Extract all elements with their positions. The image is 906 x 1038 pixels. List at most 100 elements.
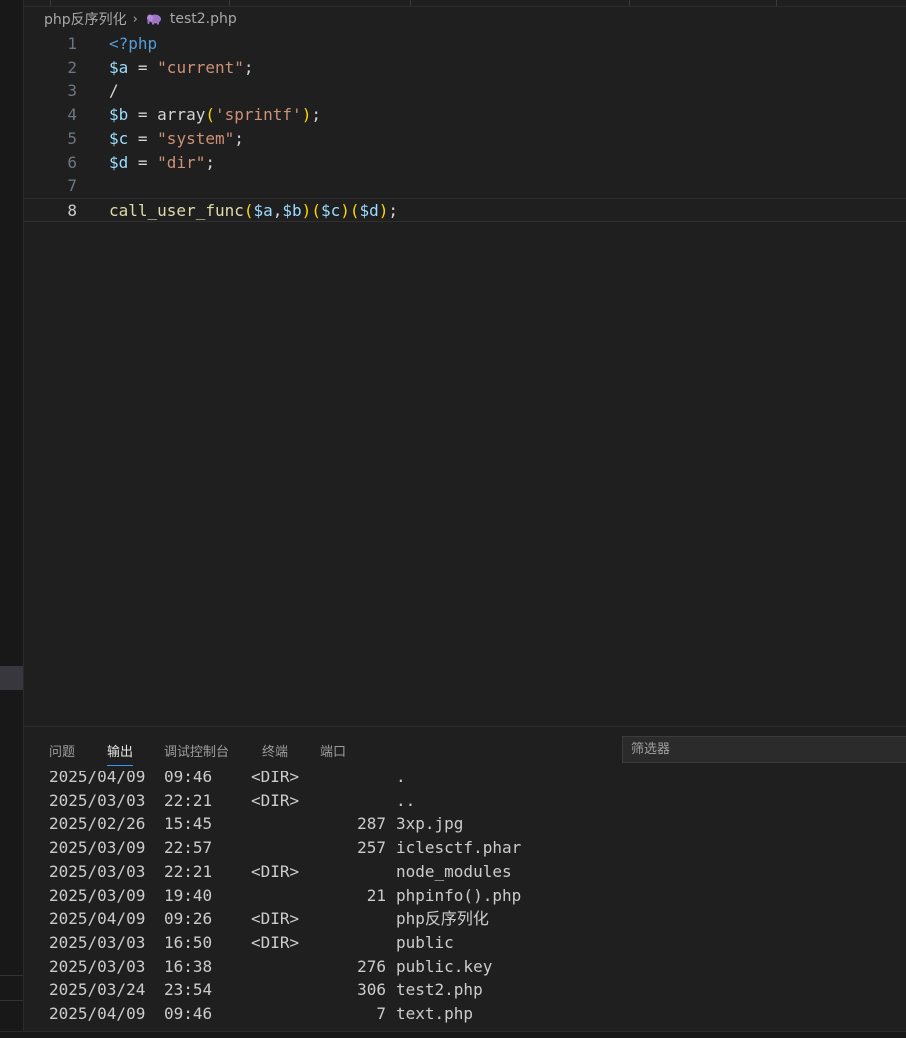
output-row: 2025/03/09 19:40 21 phpinfo().php bbox=[24, 884, 906, 908]
code-line[interactable]: 2 $a = "current"; bbox=[24, 56, 906, 80]
code-token: = bbox=[128, 57, 158, 77]
code-token: ( bbox=[243, 200, 254, 220]
code-token: $a bbox=[253, 200, 273, 220]
output-name: phpinfo().php bbox=[396, 885, 522, 905]
output-time: 22:21 bbox=[164, 861, 213, 881]
code-token: ( bbox=[349, 200, 360, 220]
tab-strip-edge bbox=[24, 0, 906, 7]
output-dir-flag: <DIR> bbox=[251, 909, 300, 929]
code-token: $a bbox=[109, 57, 129, 77]
line-number: 3 bbox=[67, 81, 77, 101]
code-token: ( bbox=[311, 200, 321, 220]
code-token: = bbox=[128, 105, 158, 125]
output-date: 2025/04/09 bbox=[49, 1004, 146, 1023]
output-dir-flag: <DIR> bbox=[251, 771, 300, 786]
breadcrumb-folder[interactable]: php反序列化 bbox=[44, 9, 127, 29]
tab-divider bbox=[50, 0, 51, 6]
output-date: 2025/03/09 bbox=[49, 838, 146, 858]
code-token: "system" bbox=[157, 128, 235, 148]
output-dir-flag: <DIR> bbox=[251, 861, 300, 881]
code-text: $a = "current"; bbox=[109, 56, 254, 80]
output-time: 09:46 bbox=[164, 1004, 213, 1023]
output-row: 2025/04/09 09:46 <DIR>. bbox=[24, 771, 906, 789]
code-token: = bbox=[128, 128, 158, 148]
output-size: 257 bbox=[357, 838, 386, 858]
output-size: 276 bbox=[357, 956, 386, 976]
code-token: ; bbox=[243, 57, 254, 77]
code-token: / bbox=[109, 81, 119, 101]
output-date: 2025/03/03 bbox=[49, 790, 146, 810]
output-row: 2025/03/03 16:38 276 public.key bbox=[24, 955, 906, 979]
tab-divider bbox=[410, 0, 411, 6]
code-token: ) bbox=[301, 200, 312, 220]
code-token: $b bbox=[109, 105, 129, 125]
output-name: . bbox=[396, 771, 406, 786]
output-date: 2025/02/26 bbox=[49, 814, 146, 834]
output-date: 2025/03/03 bbox=[49, 932, 146, 952]
code-line[interactable]: 1 <?php bbox=[24, 32, 906, 56]
output-panel[interactable]: 2025/04/09 09:46 <DIR>. 2025/03/03 22:21 <DIR… bbox=[24, 771, 906, 1031]
output-time: 22:57 bbox=[164, 838, 213, 858]
code-token: ( bbox=[205, 105, 215, 125]
output-dir-flag: <DIR> bbox=[251, 790, 300, 810]
line-number: 5 bbox=[67, 128, 77, 148]
activity-strip bbox=[0, 0, 24, 1037]
output-time: 09:26 bbox=[164, 909, 213, 929]
tab-problems[interactable]: 问题 bbox=[49, 741, 75, 765]
output-date: 2025/03/09 bbox=[49, 885, 146, 905]
output-size: 7 bbox=[376, 1004, 386, 1023]
output-time: 22:21 bbox=[164, 790, 213, 810]
panel-tab-bar: 问题 输出 调试控制台 终端 端口 筛选器 bbox=[24, 727, 906, 771]
output-time: 09:46 bbox=[164, 771, 213, 786]
code-text: $c = "system"; bbox=[109, 127, 244, 151]
output-name: public.key bbox=[396, 956, 493, 976]
line-number: 7 bbox=[67, 176, 77, 196]
code-line[interactable]: 8 call_user_func($a,$b)($c)($d); bbox=[24, 197, 906, 222]
code-token: ) bbox=[301, 105, 312, 125]
code-token: ; bbox=[234, 128, 244, 148]
code-line[interactable]: 5 $c = "system"; bbox=[24, 127, 906, 151]
tab-output[interactable]: 输出 bbox=[107, 741, 134, 766]
output-size: 306 bbox=[357, 980, 386, 1000]
code-token: $d bbox=[109, 152, 129, 172]
output-time: 15:45 bbox=[164, 814, 213, 834]
code-line[interactable]: 7 bbox=[24, 174, 906, 198]
code-line[interactable]: 4 $b = array('sprintf'); bbox=[24, 103, 906, 127]
code-token: 'sprintf' bbox=[214, 105, 302, 125]
code-token: ; bbox=[205, 152, 215, 172]
output-row: 2025/04/09 09:46 7 text.php bbox=[24, 1002, 906, 1026]
filter-input[interactable]: 筛选器 bbox=[622, 736, 906, 763]
output-name: test2.php bbox=[396, 980, 483, 1000]
output-time: 16:38 bbox=[164, 956, 213, 976]
code-line[interactable]: 6 $d = "dir"; bbox=[24, 151, 906, 175]
code-token: ) bbox=[378, 200, 389, 220]
line-number: 8 bbox=[67, 200, 77, 220]
output-date: 2025/03/03 bbox=[49, 861, 146, 881]
line-number: 6 bbox=[67, 152, 77, 172]
line-number: 1 bbox=[67, 34, 77, 53]
output-size: 287 bbox=[357, 814, 386, 834]
output-row: 2025/03/03 16:50 <DIR> public bbox=[24, 931, 906, 955]
output-name: iclesctf.phar bbox=[396, 838, 522, 858]
tab-terminal[interactable]: 终端 bbox=[262, 741, 288, 765]
code-token: array bbox=[157, 105, 206, 125]
code-token: , bbox=[272, 200, 283, 220]
code-token: $d bbox=[359, 200, 379, 220]
code-token: call_user_func bbox=[109, 200, 244, 220]
output-date: 2025/04/09 bbox=[49, 771, 146, 786]
tab-debug-console[interactable]: 调试控制台 bbox=[164, 741, 229, 765]
breadcrumb-file[interactable]: test2.php bbox=[170, 11, 237, 27]
tab-ports[interactable]: 端口 bbox=[320, 741, 346, 765]
code-token: ) bbox=[340, 200, 350, 220]
code-editor[interactable]: 1 <?php 2 $a = "current"; 3/4 $b = array('spr… bbox=[24, 32, 906, 726]
tab-divider bbox=[776, 0, 777, 6]
output-row: 2025/03/09 22:57 257 iclesctf.phar bbox=[24, 836, 906, 860]
code-token: <?php bbox=[109, 34, 158, 53]
output-row: 2025/03/03 22:21 <DIR> node_modules bbox=[24, 860, 906, 884]
output-date: 2025/04/09 bbox=[49, 909, 146, 929]
output-date: 2025/03/03 bbox=[49, 956, 146, 976]
code-token: "dir" bbox=[157, 152, 206, 172]
line-number: 4 bbox=[67, 105, 77, 125]
output-time: 16:50 bbox=[164, 932, 213, 952]
code-line[interactable]: 3/ bbox=[24, 79, 906, 103]
